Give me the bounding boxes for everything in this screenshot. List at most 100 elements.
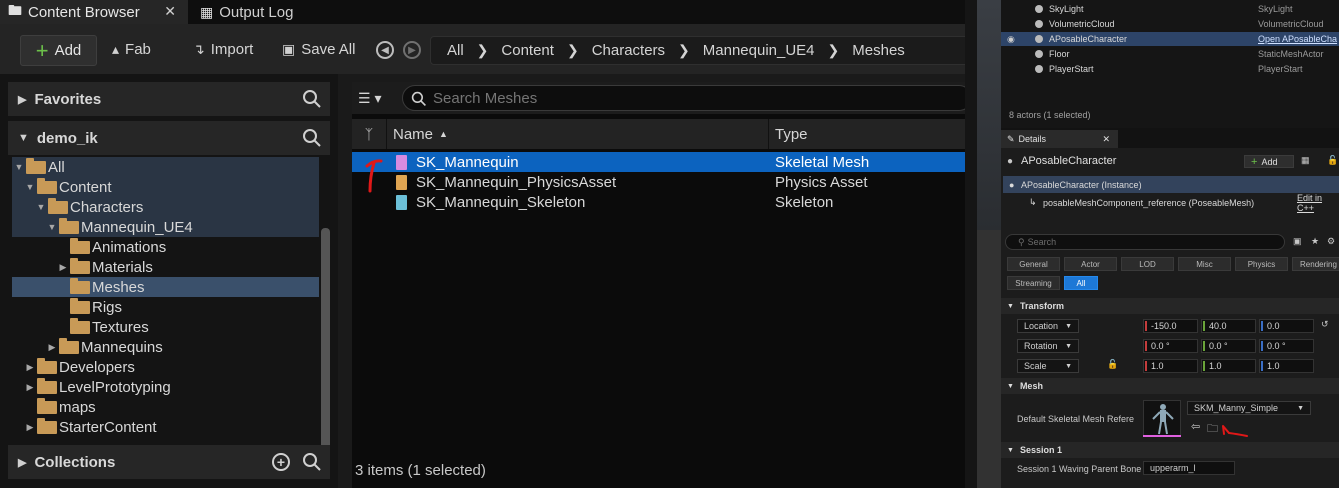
- rotation-x-field[interactable]: 0.0 °: [1143, 339, 1198, 353]
- expand-arrow-icon[interactable]: ▶: [25, 362, 35, 373]
- breadcrumb-separator-icon[interactable]: ❯: [678, 42, 690, 59]
- folder-tree-item[interactable]: Meshes: [12, 277, 319, 297]
- gear-icon[interactable]: ⚙: [1327, 236, 1335, 247]
- star-icon[interactable]: ★: [1311, 236, 1319, 247]
- scale-y-field[interactable]: 1.0: [1201, 359, 1256, 373]
- search-icon[interactable]: [302, 128, 322, 148]
- category-filter-button[interactable]: Streaming: [1007, 276, 1060, 290]
- scale-dropdown[interactable]: Scale ▼: [1017, 359, 1079, 373]
- expand-arrow-icon[interactable]: ▶: [25, 382, 35, 393]
- outliner-row[interactable]: VolumetricCloud VolumetricCloud: [1001, 17, 1339, 31]
- collapse-arrow-icon[interactable]: ▼: [47, 222, 57, 232]
- outliner-row[interactable]: SkyLight SkyLight: [1001, 2, 1339, 16]
- asset-row[interactable]: SK_Mannequin_Skeleton Skeleton: [352, 192, 965, 212]
- source-control-icon[interactable]: ᛉ: [352, 126, 386, 142]
- expand-arrow-icon[interactable]: ▶: [25, 422, 35, 433]
- folder-tree-item[interactable]: ▼ All: [12, 157, 319, 177]
- breadcrumb-mannequin-ue4[interactable]: Mannequin_UE4: [703, 42, 815, 59]
- breadcrumb-separator-icon[interactable]: ❯: [828, 42, 840, 59]
- filter-icon[interactable]: ☰ ▾: [358, 90, 381, 107]
- add-button[interactable]: + Add: [20, 35, 97, 66]
- folder-tree-item[interactable]: ▶ Developers: [12, 357, 319, 377]
- tab-content-browser[interactable]: 🖿 Content Browser ✕: [0, 0, 188, 24]
- fab-button[interactable]: ▴ Fab: [112, 41, 151, 58]
- search-icon[interactable]: [302, 89, 322, 109]
- favorites-header[interactable]: ▶ Favorites: [8, 82, 330, 116]
- mesh-asset-dropdown[interactable]: SKM_Manny_Simple ▼: [1187, 401, 1311, 415]
- outliner-row[interactable]: ◉ APosableCharacter Open APosableCha: [1001, 32, 1339, 46]
- blueprint-icon[interactable]: ▦: [1301, 155, 1310, 166]
- location-dropdown[interactable]: Location ▼: [1017, 319, 1079, 333]
- category-filter-button[interactable]: General: [1007, 257, 1060, 271]
- breadcrumb-characters[interactable]: Characters: [592, 42, 665, 59]
- details-search[interactable]: ⚲ Search: [1005, 234, 1285, 250]
- folder-tree-item[interactable]: Rigs: [12, 297, 319, 317]
- asset-row[interactable]: SK_Mannequin Skeletal Mesh: [352, 152, 965, 172]
- transform-section-header[interactable]: ▼ Transform: [1001, 298, 1339, 314]
- category-filter-button[interactable]: LOD: [1121, 257, 1174, 271]
- save-all-button[interactable]: ▣ Save All: [282, 41, 355, 58]
- component-row[interactable]: ↳ posableMeshComponent_reference (Poseab…: [1003, 193, 1339, 213]
- collapse-arrow-icon[interactable]: ▼: [14, 162, 24, 172]
- save-icon[interactable]: ▣: [1293, 236, 1302, 247]
- category-filter-button[interactable]: Misc: [1178, 257, 1231, 271]
- search-icon[interactable]: [302, 452, 322, 472]
- location-y-field[interactable]: 40.0: [1201, 319, 1256, 333]
- folder-tree-item[interactable]: ▶ Mannequins: [12, 337, 319, 357]
- folder-tree-item[interactable]: ▶ Materials: [12, 257, 319, 277]
- tab-output-log[interactable]: ▦ Output Log: [192, 0, 293, 24]
- edit-in-cpp-link[interactable]: Edit in C++: [1297, 193, 1339, 213]
- component-instance-row[interactable]: ● APosableCharacter (Instance): [1003, 176, 1339, 193]
- search-box[interactable]: [402, 85, 965, 111]
- breadcrumb-separator-icon[interactable]: ❯: [567, 42, 579, 59]
- mesh-thumbnail[interactable]: [1143, 400, 1181, 436]
- folder-tree-item[interactable]: Animations: [12, 237, 319, 257]
- category-filter-button[interactable]: All: [1064, 276, 1098, 290]
- location-x-field[interactable]: -150.0: [1143, 319, 1198, 333]
- add-component-button[interactable]: + Add: [1244, 155, 1294, 168]
- rotation-dropdown[interactable]: Rotation ▼: [1017, 339, 1079, 353]
- expand-arrow-icon[interactable]: ▶: [58, 262, 68, 273]
- search-input[interactable]: [433, 89, 833, 107]
- session-bone-field[interactable]: upperarm_l: [1143, 461, 1235, 475]
- add-collection-icon[interactable]: +: [272, 453, 290, 471]
- scale-x-field[interactable]: 1.0: [1143, 359, 1198, 373]
- project-header[interactable]: ▼ demo_ik: [8, 121, 330, 155]
- expand-arrow-icon[interactable]: ▶: [47, 342, 57, 353]
- outliner-row[interactable]: Floor StaticMeshActor: [1001, 47, 1339, 61]
- folder-tree-item[interactable]: Textures: [12, 317, 319, 337]
- sidebar-scrollbar[interactable]: [321, 228, 330, 456]
- folder-tree-item[interactable]: ▼ Mannequin_UE4: [12, 217, 319, 237]
- category-filter-button[interactable]: Physics: [1235, 257, 1288, 271]
- rotation-z-field[interactable]: 0.0 °: [1259, 339, 1314, 353]
- close-icon[interactable]: ✕: [1102, 134, 1110, 145]
- folder-tree-item[interactable]: ▼ Characters: [12, 197, 319, 217]
- collapse-arrow-icon[interactable]: ▼: [36, 202, 46, 212]
- lock-icon[interactable]: 🔓: [1107, 359, 1118, 370]
- tab-details[interactable]: ✎ Details ✕: [1001, 130, 1118, 148]
- folder-tree-item[interactable]: ▶ StarterContent: [12, 417, 319, 437]
- use-selected-icon[interactable]: ⇦: [1191, 420, 1200, 433]
- rotation-y-field[interactable]: 0.0 °: [1201, 339, 1256, 353]
- browse-folder-icon[interactable]: 🗀: [1207, 420, 1218, 439]
- name-column-header[interactable]: Name ▲: [386, 119, 768, 149]
- breadcrumb-all[interactable]: All: [447, 42, 464, 59]
- folder-tree-item[interactable]: maps: [12, 397, 319, 417]
- mesh-section-header[interactable]: ▼ Mesh: [1001, 378, 1339, 394]
- import-button[interactable]: ↴ Import: [193, 41, 253, 58]
- collapse-arrow-icon[interactable]: ▼: [25, 182, 35, 192]
- session-section-header[interactable]: ▼ Session 1: [1001, 442, 1339, 458]
- breadcrumb-content[interactable]: Content: [501, 42, 554, 59]
- breadcrumb-separator-icon[interactable]: ❯: [477, 42, 489, 59]
- visibility-eye-icon[interactable]: ◉: [1007, 34, 1015, 45]
- location-z-field[interactable]: 0.0: [1259, 319, 1314, 333]
- actor-name[interactable]: APosableCharacter: [1021, 155, 1116, 167]
- category-filter-button[interactable]: Rendering: [1292, 257, 1339, 271]
- back-button[interactable]: ◀: [376, 41, 394, 59]
- scale-z-field[interactable]: 1.0: [1259, 359, 1314, 373]
- outliner-row[interactable]: PlayerStart PlayerStart: [1001, 62, 1339, 76]
- collections-header[interactable]: ▶ Collections +: [8, 445, 330, 479]
- reset-icon[interactable]: ↺: [1321, 319, 1329, 330]
- breadcrumb-meshes[interactable]: Meshes: [852, 42, 905, 59]
- folder-tree-item[interactable]: ▶ LevelPrototyping: [12, 377, 319, 397]
